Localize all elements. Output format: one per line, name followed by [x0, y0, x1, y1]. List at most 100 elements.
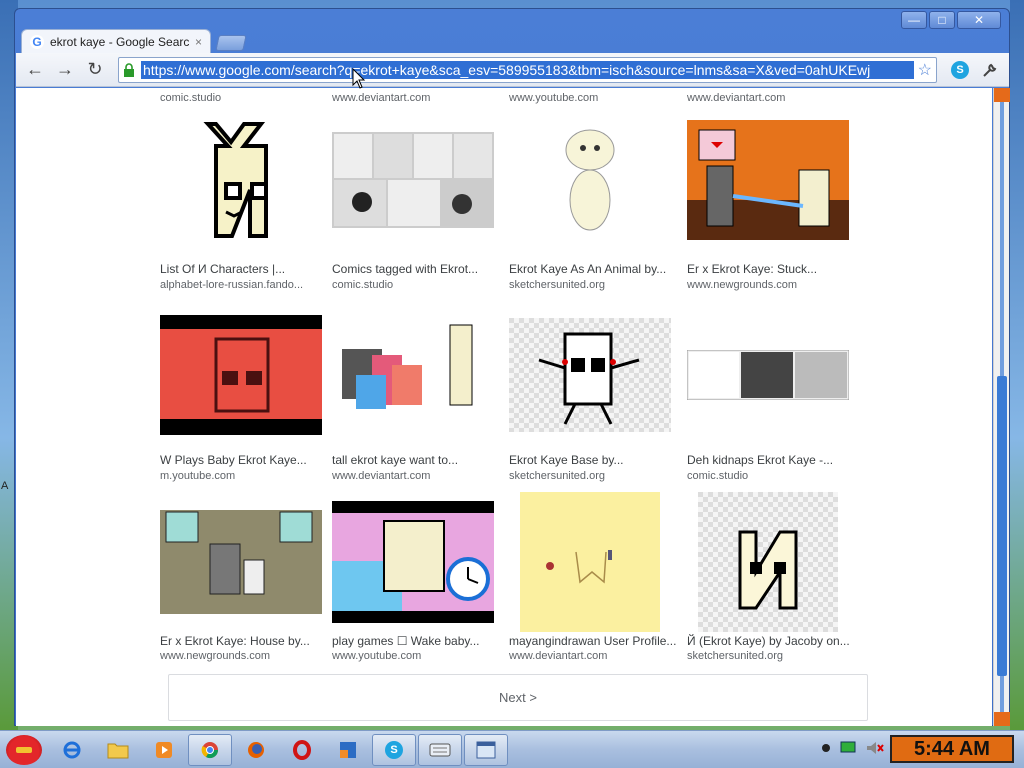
result-caption[interactable]: tall ekrot kaye want to... [332, 453, 504, 467]
tab-google-search[interactable]: G ekrot kaye - Google Search × [21, 29, 211, 53]
bookmark-star-icon[interactable]: ☆ [918, 60, 932, 80]
scroll-up-arrow[interactable] [994, 88, 1010, 102]
tab-title: ekrot kaye - Google Search [50, 34, 189, 49]
image-result-10[interactable]: play games ☐ Wake baby... www.youtube.co… [332, 494, 502, 662]
taskbar: S 5:44 AM [0, 730, 1024, 768]
result-caption[interactable]: Ekrot Kaye Base by... [509, 453, 681, 467]
keyboard-icon [429, 743, 451, 756]
tab-close-icon[interactable]: × [195, 35, 202, 49]
image-result-12[interactable]: Й (Ekrot Kaye) by Jacoby on... sketchers… [687, 492, 857, 662]
media-player-icon [156, 741, 172, 758]
lock-icon [123, 62, 137, 77]
image-result-11[interactable]: mayangindrawan User Profile... www.devia… [509, 492, 679, 662]
image-result-4[interactable]: Er x Ekrot Kaye: Stuck... www.newgrounds… [687, 118, 857, 291]
result-caption[interactable]: W Plays Baby Ekrot Kaye... [160, 453, 332, 467]
result-caption[interactable]: mayangindrawan User Profile... [509, 634, 681, 648]
taskbar-opera[interactable] [280, 734, 324, 766]
result-caption[interactable]: Deh kidnaps Ekrot Kaye -... [687, 453, 859, 467]
close-button[interactable]: ✕ [957, 11, 1001, 29]
result-source[interactable]: www.newgrounds.com [160, 650, 332, 662]
result-thumbnail[interactable] [509, 313, 671, 437]
top-source-4[interactable]: www.deviantart.com [687, 92, 785, 104]
desktop-letter: A [1, 480, 9, 492]
result-source[interactable]: sketchersunited.org [687, 650, 859, 662]
image-result-7[interactable]: Ekrot Kaye Base by... sketchersunited.or… [509, 313, 679, 482]
result-caption[interactable]: Er x Ekrot Kaye: House by... [160, 634, 332, 648]
network-icon[interactable] [840, 741, 856, 755]
skype-icon: S [951, 60, 969, 79]
google-icon: G [30, 34, 44, 49]
image-result-5[interactable]: W Plays Baby Ekrot Kaye... m.youtube.com [160, 313, 330, 482]
taskbar-skype[interactable]: S [372, 733, 416, 766]
url-text[interactable]: https://www.google.com/search?q=ekrot+ka… [141, 60, 914, 79]
taskbar-window[interactable] [464, 733, 508, 766]
scroll-thumb[interactable] [997, 376, 1007, 676]
top-source-1[interactable]: comic.studio [160, 92, 221, 104]
minimize-button[interactable]: — [901, 11, 927, 29]
result-source[interactable]: alphabet-lore-russian.fando... [160, 279, 332, 291]
taskbar-media-player[interactable] [142, 734, 186, 766]
image-result-8[interactable]: Deh kidnaps Ekrot Kaye -... comic.studio [687, 313, 857, 482]
result-thumbnail[interactable] [332, 118, 494, 242]
system-tray [822, 741, 884, 755]
result-source[interactable]: comic.studio [687, 470, 859, 482]
result-thumbnail[interactable] [509, 492, 671, 632]
next-page-button[interactable]: Next > [168, 674, 868, 721]
clock[interactable]: 5:44 AM [890, 735, 1014, 763]
volume-muted-icon[interactable] [866, 741, 884, 755]
vertical-scrollbar[interactable] [993, 88, 1010, 726]
address-bar[interactable]: https://www.google.com/search?q=ekrot+ka… [118, 56, 937, 83]
result-thumbnail[interactable] [160, 313, 322, 437]
window-controls: — □ ✕ [901, 11, 1001, 29]
result-caption[interactable]: Й (Ekrot Kaye) by Jacoby on... [687, 634, 859, 648]
result-thumbnail[interactable] [687, 118, 849, 242]
result-source[interactable]: m.youtube.com [160, 470, 332, 482]
image-result-1[interactable]: List Of И Characters |... alphabet-lore-… [160, 118, 330, 291]
result-thumbnail[interactable] [332, 494, 494, 630]
result-thumbnail[interactable] [509, 118, 671, 242]
start-button[interactable] [0, 731, 48, 768]
result-source[interactable]: www.youtube.com [332, 650, 504, 662]
result-thumbnail[interactable] [687, 492, 849, 632]
result-caption[interactable]: List Of И Characters |... [160, 262, 332, 276]
forward-button[interactable]: → [52, 57, 78, 83]
tab-strip: G ekrot kaye - Google Search × [21, 27, 247, 53]
result-source[interactable]: sketchersunited.org [509, 470, 681, 482]
skype-taskbar-icon: S [385, 740, 403, 759]
result-source[interactable]: comic.studio [332, 279, 504, 291]
result-source[interactable]: sketchersunited.org [509, 279, 681, 291]
taskbar-app-blue[interactable] [326, 734, 370, 766]
image-result-6[interactable]: tall ekrot kaye want to... www.deviantar… [332, 313, 502, 482]
result-source[interactable]: www.newgrounds.com [687, 279, 859, 291]
window-icon [476, 741, 496, 758]
taskbar-folder[interactable] [96, 734, 140, 766]
result-caption[interactable]: play games ☐ Wake baby... [332, 634, 504, 648]
taskbar-internet-explorer[interactable] [50, 734, 94, 766]
maximize-button[interactable]: □ [929, 11, 955, 29]
image-result-9[interactable]: Er x Ekrot Kaye: House by... www.newgrou… [160, 494, 330, 662]
top-source-3[interactable]: www.youtube.com [509, 92, 598, 104]
chrome-icon [201, 741, 219, 758]
back-button[interactable]: ← [22, 57, 48, 83]
result-thumbnail[interactable] [160, 494, 322, 630]
result-caption[interactable]: Comics tagged with Ekrot... [332, 262, 504, 276]
taskbar-chrome[interactable] [188, 733, 232, 766]
skype-extension-button[interactable]: S [947, 57, 973, 83]
result-thumbnail[interactable] [332, 313, 494, 437]
result-thumbnail[interactable] [160, 118, 322, 242]
image-result-2[interactable]: Comics tagged with Ekrot... comic.studio [332, 118, 502, 291]
scroll-down-arrow[interactable] [994, 712, 1010, 726]
new-tab-button[interactable] [215, 35, 247, 51]
record-dot-icon[interactable] [822, 744, 830, 752]
image-result-3[interactable]: Ekrot Kaye As An Animal by... sketchersu… [509, 118, 679, 291]
result-caption[interactable]: Ekrot Kaye As An Animal by... [509, 262, 681, 276]
taskbar-keyboard[interactable] [418, 733, 462, 766]
taskbar-firefox[interactable] [234, 734, 278, 766]
top-source-2[interactable]: www.deviantart.com [332, 92, 430, 104]
result-source[interactable]: www.deviantart.com [332, 470, 504, 482]
reload-button[interactable]: ↻ [82, 57, 108, 83]
wrench-menu-button[interactable] [977, 57, 1003, 83]
result-source[interactable]: www.deviantart.com [509, 650, 681, 662]
result-thumbnail[interactable] [687, 313, 849, 437]
result-caption[interactable]: Er x Ekrot Kaye: Stuck... [687, 262, 859, 276]
